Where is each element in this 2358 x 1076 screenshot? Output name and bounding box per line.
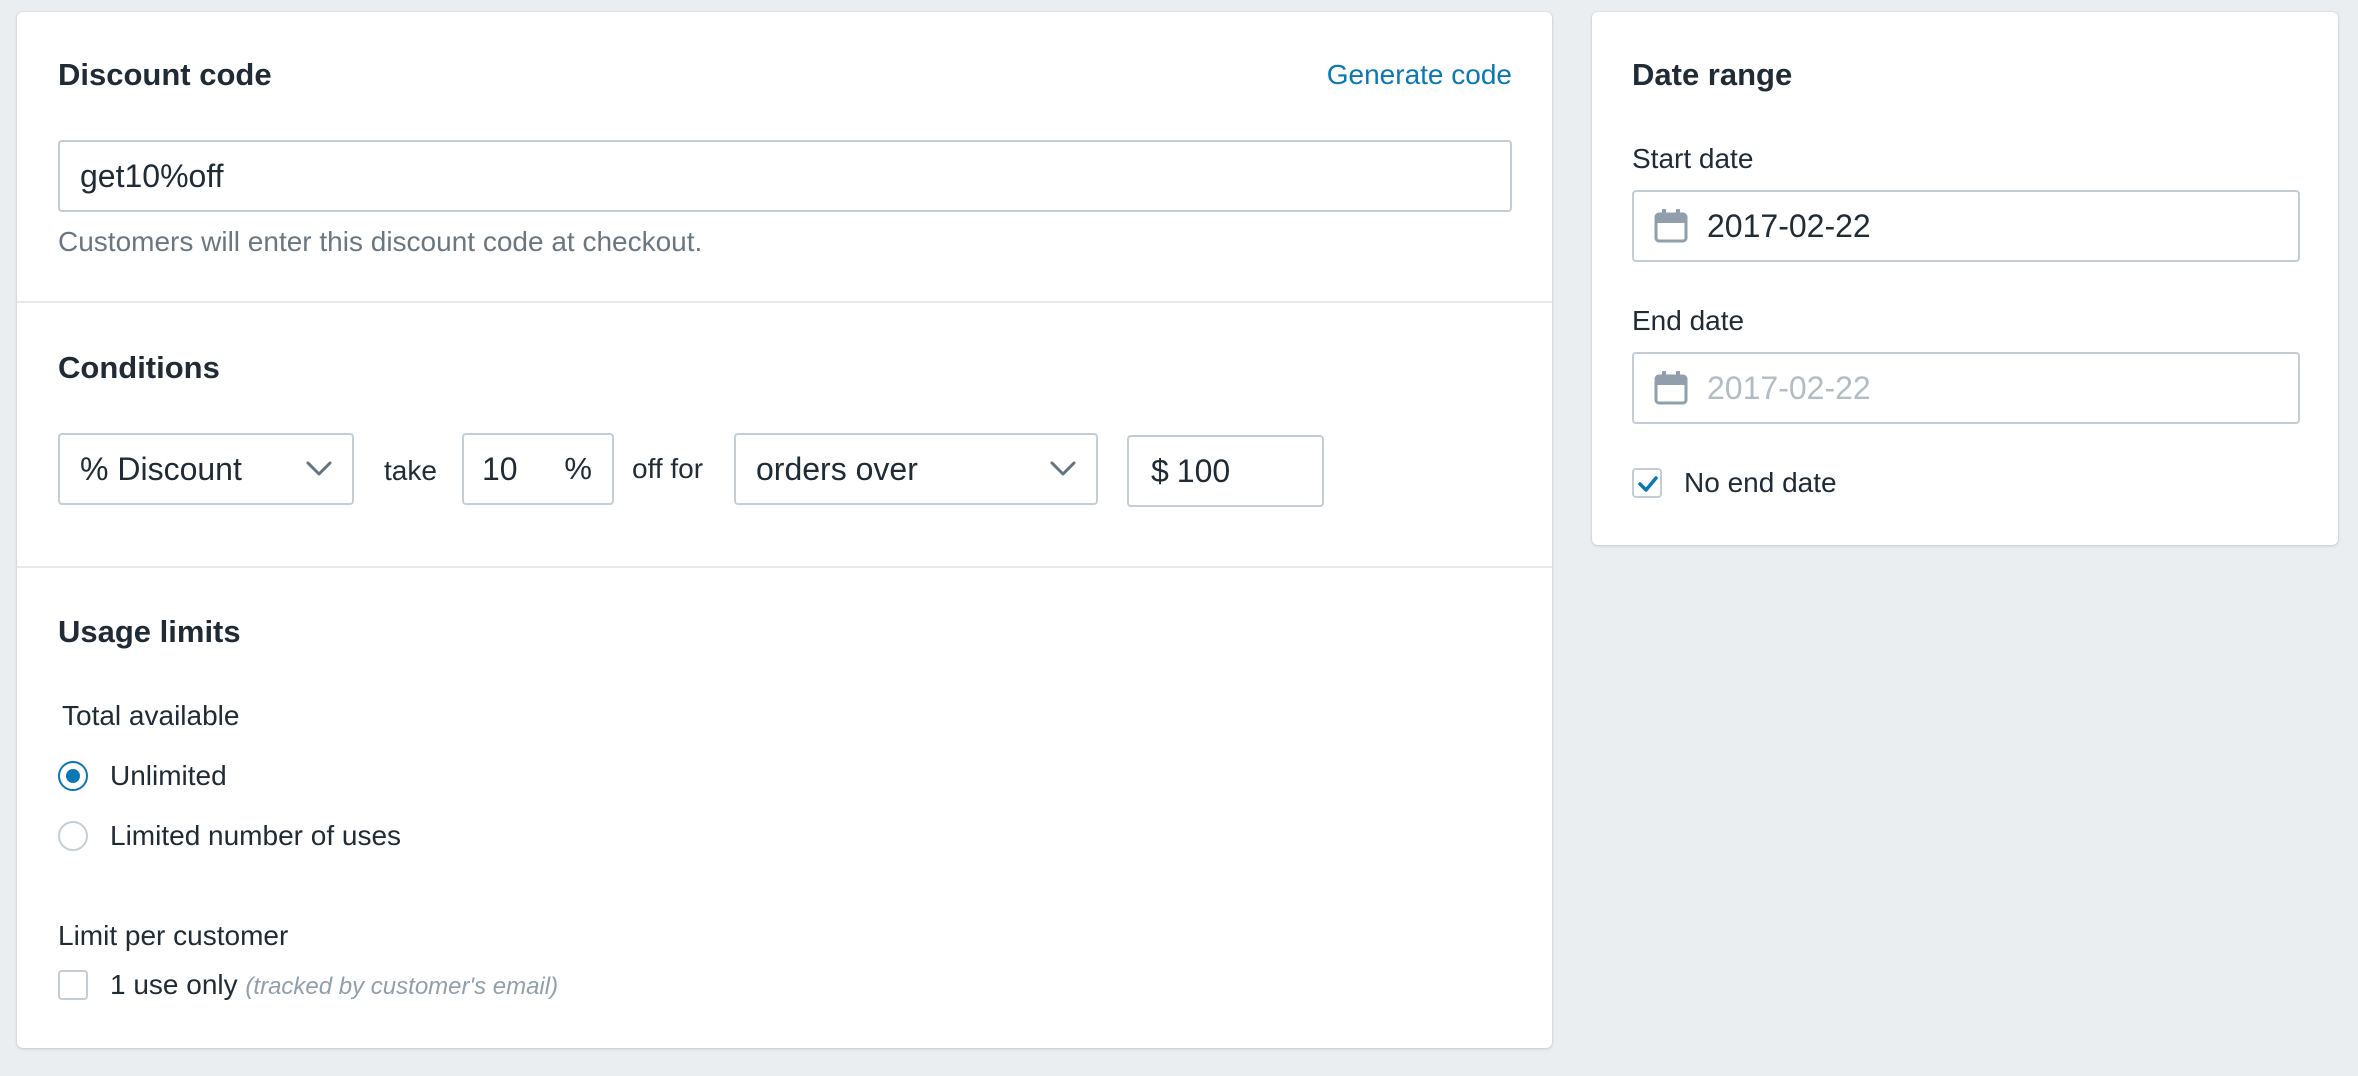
- limit-per-customer-label: Limit per customer: [58, 920, 289, 951]
- calendar-icon: [1654, 371, 1688, 405]
- date-range-card: Date range Start date 2017-02-22 End dat…: [1592, 12, 2338, 545]
- off-for-label: off for: [632, 453, 704, 484]
- one-use-only-checkbox[interactable]: [58, 970, 88, 1000]
- total-available-label: Total available: [62, 700, 240, 731]
- discount-code-value: get10%off: [80, 157, 224, 194]
- radio-unlimited-label[interactable]: Unlimited: [110, 760, 227, 792]
- generate-code-link[interactable]: Generate code: [1327, 59, 1512, 91]
- conditions-heading: Conditions: [58, 350, 220, 385]
- end-date-input[interactable]: 2017-02-22: [1632, 352, 2300, 424]
- chevron-down-icon: [306, 461, 332, 476]
- tracking-note: (tracked by customer's email): [245, 973, 559, 1000]
- currency-prefix: $: [1151, 452, 1169, 489]
- take-label: take: [384, 455, 437, 486]
- one-use-only-label[interactable]: 1 use only (tracked by customer's email): [110, 969, 558, 1001]
- chevron-down-icon: [1050, 461, 1076, 476]
- discount-code-heading: Discount code: [58, 57, 272, 92]
- discount-type-select[interactable]: % Discount: [58, 433, 354, 505]
- radio-limited-uses[interactable]: [58, 821, 88, 851]
- discount-code-input[interactable]: get10%off: [58, 140, 1512, 212]
- radio-limited-uses-label[interactable]: Limited number of uses: [110, 820, 401, 852]
- applies-to-select[interactable]: orders over: [734, 433, 1098, 505]
- section-divider: [17, 301, 1552, 303]
- discount-amount-value: 10: [482, 450, 518, 487]
- minimum-amount-value: 100: [1176, 452, 1231, 489]
- section-divider: [17, 566, 1552, 568]
- discount-amount-input[interactable]: 10 %: [462, 433, 614, 505]
- applies-to-value: orders over: [756, 450, 918, 487]
- checkmark-icon: [1638, 476, 1658, 492]
- discount-type-value: % Discount: [80, 450, 242, 487]
- calendar-icon: [1654, 209, 1688, 243]
- date-range-heading: Date range: [1632, 57, 1793, 92]
- usage-limits-heading: Usage limits: [58, 614, 241, 649]
- start-date-label: Start date: [1632, 143, 1754, 174]
- discount-code-help: Customers will enter this discount code …: [58, 226, 703, 257]
- end-date-label: End date: [1632, 305, 1745, 336]
- no-end-date-checkbox[interactable]: [1632, 468, 1662, 498]
- one-use-only-text: 1 use only: [110, 969, 238, 1000]
- discount-form-card: Discount code Generate code get10%off Cu…: [17, 12, 1552, 1048]
- minimum-amount-input[interactable]: $ 100: [1127, 435, 1324, 507]
- radio-unlimited[interactable]: [58, 761, 88, 791]
- no-end-date-label[interactable]: No end date: [1684, 467, 1837, 499]
- start-date-input[interactable]: 2017-02-22: [1632, 190, 2300, 262]
- percent-suffix: %: [564, 451, 592, 486]
